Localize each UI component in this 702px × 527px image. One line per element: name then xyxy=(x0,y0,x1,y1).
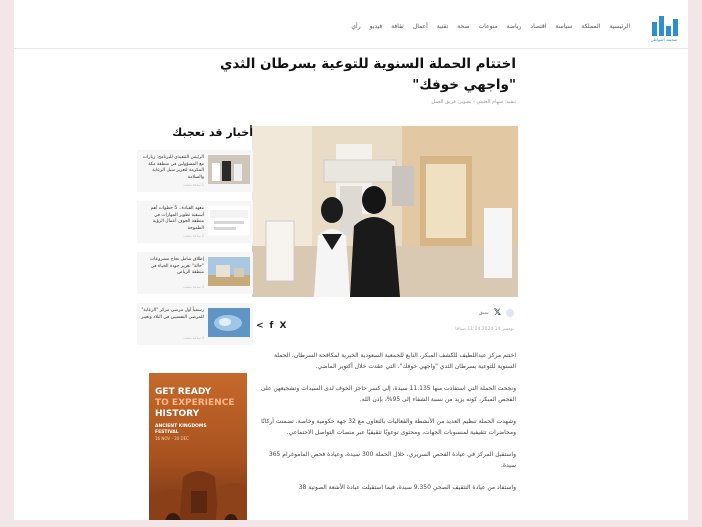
article-paragraph: وشهدت الحملة تنظيم العديد من الأنشطة وال… xyxy=(261,418,516,436)
article-date: نوفمبر 14 2024 11:24 صباحًا xyxy=(455,327,514,332)
related-title: رسمياً أول مرضى مركز "الرعاية" للمرضى ال… xyxy=(140,308,204,320)
nav-item[interactable]: رياضة xyxy=(507,23,522,30)
logo-bar xyxy=(652,22,657,36)
nav-item[interactable]: أعمال xyxy=(413,23,428,30)
logo-bar xyxy=(666,26,671,36)
x-icon[interactable]: 𝕏 xyxy=(494,308,501,318)
nav-item[interactable]: صحة xyxy=(457,23,469,30)
logo-bar xyxy=(659,16,664,36)
share-bar: 𝕏 سبق نوفمبر 14 2024 11:24 صباحًا < f X xyxy=(252,306,518,338)
ad-line: FESTIVAL xyxy=(155,430,179,435)
related-title: معهد القيادة.. 5 خطوات أهم أسبقية تطوير … xyxy=(150,206,204,231)
article-hero-image xyxy=(252,126,518,297)
clinic-photo xyxy=(252,126,518,297)
page-bottom-band xyxy=(0,520,702,527)
share-icon[interactable]: < xyxy=(256,321,264,331)
nav-item[interactable]: فيديو xyxy=(370,23,383,30)
nav-item[interactable]: اقتصاد xyxy=(530,23,546,30)
related-thumbnail xyxy=(208,308,250,337)
ad-line: TO EXPERIENCE xyxy=(155,398,235,408)
related-date: 2 ساعة مضت xyxy=(183,234,204,238)
article-paragraph: واستقبل المركز في عيادة الفحص السريري، خ… xyxy=(268,451,516,469)
related-news-list: الرئيس التنفيذي للبرنامج: زيارات مع المس… xyxy=(137,150,253,354)
source-avatar xyxy=(506,309,514,317)
nav-item[interactable]: ثقافة xyxy=(391,23,404,30)
source-name: سبق xyxy=(478,310,489,316)
nav-item[interactable]: تقنية xyxy=(437,23,449,30)
main-nav: الرئيسية المملكة سياسة اقتصاد رياضة منوع… xyxy=(351,23,630,30)
ad-illustration xyxy=(149,471,247,527)
related-card[interactable]: رسمياً أول مرضى مركز "الرعاية" للمرضى ال… xyxy=(137,303,253,345)
article-source: 𝕏 سبق xyxy=(479,308,514,318)
share-icons: < f X xyxy=(256,321,286,331)
related-heading: أخبار قد تعجبك xyxy=(172,126,253,139)
ad-line: ANCIENT KINGDOMS xyxy=(155,424,207,429)
facebook-icon[interactable]: f xyxy=(270,321,274,331)
related-date: 4 ساعة مضت xyxy=(183,336,204,340)
related-title: الرئيس التنفيذي للبرنامج: زيارات مع المس… xyxy=(142,155,204,180)
ad-line: 16 NOV - 30 DEC xyxy=(155,436,189,441)
nav-item[interactable]: المملكة xyxy=(581,23,600,30)
related-card[interactable]: الرئيس التنفيذي للبرنامج: زيارات مع المس… xyxy=(137,150,253,192)
article-paragraph: اختتم مركز عبداللطيف للكشف المبكر، التاب… xyxy=(273,352,516,370)
related-title: إطلاق شامل نجاح مشروعات "حالة" تعزيز جود… xyxy=(149,257,204,275)
nav-item[interactable]: الرئيسية xyxy=(609,23,630,30)
article-title: اختتام الحملة السنوية للتوعية بسرطان الث… xyxy=(219,56,516,93)
related-thumbnail xyxy=(208,206,250,235)
related-date: 1 ساعة مضت xyxy=(183,183,204,187)
site-logo[interactable]: صحيفة المواطن xyxy=(646,12,682,42)
related-thumbnail xyxy=(208,257,250,286)
x-share-icon[interactable]: X xyxy=(279,321,286,331)
article-body: اختتم مركز عبداللطيف للكشف المبكر، التاب… xyxy=(258,351,516,506)
article-paragraph: واستفاد من عيادة التثقيف الصحي 9.350 سيد… xyxy=(298,484,516,491)
related-card[interactable]: إطلاق شامل نجاح مشروعات "حالة" تعزيز جود… xyxy=(137,252,253,294)
ad-line: HISTORY xyxy=(155,409,200,419)
ad-line: GET READY xyxy=(155,387,212,397)
article-paragraph: ونجحت الحملة التي استفادت منها 11.135 سي… xyxy=(260,385,516,403)
article-byline: تنفيذ: سهام العتيبي - تصوير: فريق العمل xyxy=(431,99,516,105)
nav-item[interactable]: سياسة xyxy=(555,23,572,30)
related-date: 3 ساعة مضت xyxy=(183,285,204,289)
related-card[interactable]: معهد القيادة.. 5 خطوات أهم أسبقية تطوير … xyxy=(137,201,253,243)
logo-caption: صحيفة المواطن xyxy=(650,37,678,42)
related-thumbnail xyxy=(208,155,250,184)
page: صحيفة المواطن الرئيسية المملكة سياسة اقت… xyxy=(14,0,688,527)
site-header: صحيفة المواطن الرئيسية المملكة سياسة اقت… xyxy=(14,8,688,49)
nav-item[interactable]: منوعات xyxy=(478,23,497,30)
nav-item[interactable]: رأي xyxy=(351,23,360,30)
logo-bar xyxy=(673,19,678,36)
ad-banner[interactable]: GET READY TO EXPERIENCE HISTORY ANCIENT … xyxy=(149,373,247,527)
